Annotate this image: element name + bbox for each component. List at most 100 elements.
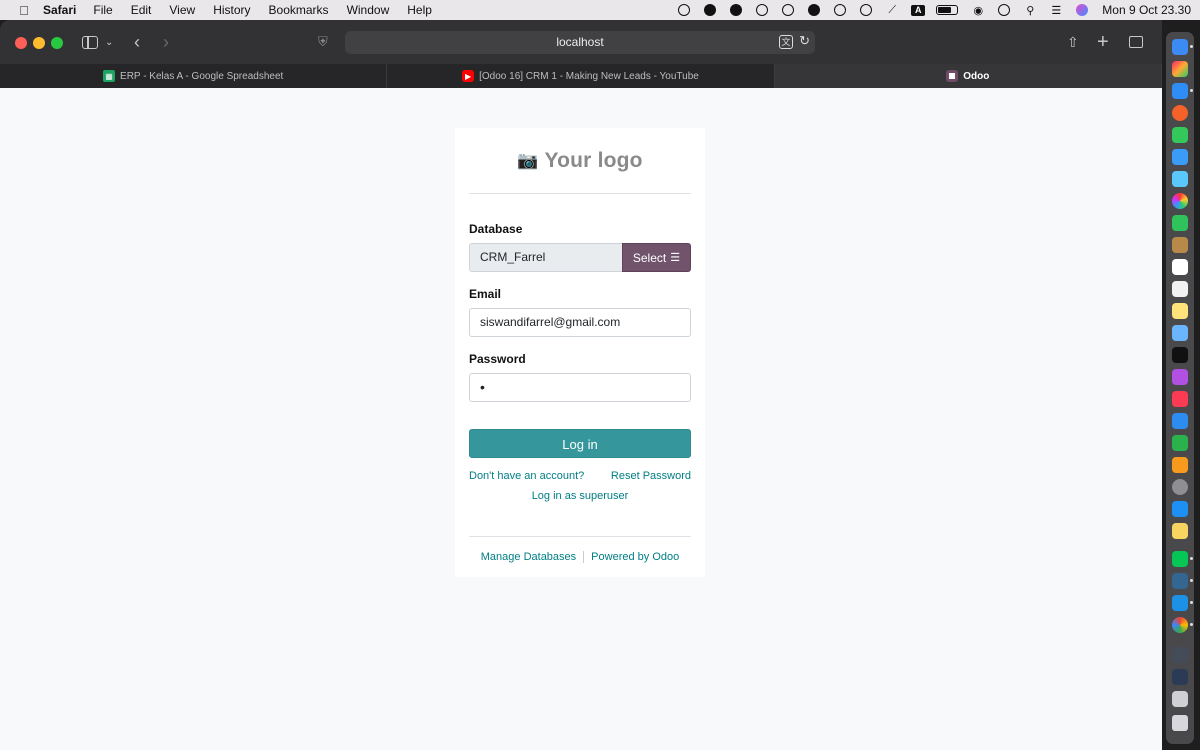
database-label: Database — [469, 222, 523, 236]
apple-tv-icon[interactable] — [1172, 347, 1188, 363]
back-arrow-icon[interactable]: ‹ — [134, 32, 140, 52]
docker-icon[interactable] — [1172, 595, 1188, 611]
menubar-clock[interactable]: Mon 9 Oct 23.30 — [1102, 3, 1191, 17]
battery-icon[interactable] — [936, 5, 959, 15]
line-icon[interactable] — [702, 3, 718, 17]
documents-stack-icon[interactable] — [1172, 691, 1188, 707]
privacy-shield-icon[interactable]: ⛨ — [318, 32, 328, 52]
screen-record-icon[interactable] — [780, 3, 796, 17]
firefox-icon[interactable] — [1172, 105, 1188, 121]
tab-odoo-title: Odoo — [963, 70, 990, 82]
menu-view[interactable]: View — [169, 3, 195, 17]
facetime-icon[interactable] — [1172, 215, 1188, 231]
menu-help[interactable]: Help — [407, 3, 432, 17]
pages-icon[interactable] — [1172, 457, 1188, 473]
email-input[interactable]: siswandifarrel@gmail.com — [469, 308, 691, 337]
postgres-icon[interactable] — [1172, 573, 1188, 589]
music-icon[interactable] — [1172, 391, 1188, 407]
grammarly-icon[interactable] — [728, 3, 744, 17]
podcasts-icon[interactable] — [1172, 369, 1188, 385]
menu-edit[interactable]: Edit — [131, 3, 152, 17]
superuser-link[interactable]: Log in as superuser — [532, 490, 629, 502]
menu-app-name[interactable]: Safari — [43, 3, 76, 17]
menu-bookmarks[interactable]: Bookmarks — [269, 3, 329, 17]
safari-icon[interactable] — [1172, 83, 1188, 99]
odoo-icon — [946, 70, 959, 82]
app-store-icon[interactable] — [1172, 501, 1188, 517]
siri-icon[interactable] — [1074, 3, 1090, 17]
menu-file[interactable]: File — [93, 3, 112, 17]
address-url[interactable]: localhost — [345, 31, 815, 54]
signup-link[interactable]: Don't have an account? — [469, 470, 584, 482]
mail-icon[interactable] — [1172, 149, 1188, 165]
close-window-button[interactable] — [15, 37, 27, 49]
running-indicator — [1190, 557, 1193, 560]
menu-history[interactable]: History — [213, 3, 250, 17]
freeform-icon[interactable] — [1172, 325, 1188, 341]
line-app-icon[interactable] — [1172, 551, 1188, 567]
system-settings-icon[interactable] — [1172, 479, 1188, 495]
zoom-window-button[interactable] — [51, 37, 63, 49]
youtube-icon: ▶ — [462, 70, 475, 82]
translate-icon[interactable]: 文 — [779, 35, 793, 49]
messages-icon[interactable] — [1172, 127, 1188, 143]
photos-icon[interactable] — [1172, 193, 1188, 209]
finder-icon[interactable] — [1172, 39, 1188, 55]
tab-odoo[interactable]: Odoo — [774, 64, 1162, 88]
tab-spreadsheet[interactable]: ▦ ERP - Kelas A - Google Spreadsheet — [0, 64, 388, 88]
footer-divider — [583, 551, 585, 563]
forward-arrow-icon[interactable]: › — [163, 32, 169, 52]
chrome-icon[interactable] — [1172, 617, 1188, 633]
menu-window[interactable]: Window — [347, 3, 390, 17]
chevron-down-icon[interactable]: ⌄ — [105, 32, 113, 52]
login-card: 📷 Your logo Database CRM_Farrel Select ☰… — [455, 128, 705, 577]
control-center-icon[interactable]: ☰ — [1048, 3, 1064, 17]
browser-window: ⌄ ‹ › ⛨ localhost 文 ↻ ⇧ + ▦ ERP - Kelas … — [0, 20, 1162, 750]
contacts-icon[interactable] — [1172, 237, 1188, 253]
manage-databases-link[interactable]: Manage Databases — [481, 551, 576, 563]
play-icon[interactable] — [832, 3, 848, 17]
reload-icon[interactable]: ↻ — [799, 33, 810, 49]
user-icon[interactable] — [996, 3, 1012, 17]
text-icon[interactable] — [858, 3, 874, 17]
reminders-icon[interactable] — [1172, 281, 1188, 297]
status-app-icon[interactable] — [676, 3, 692, 17]
running-indicator — [1190, 89, 1193, 92]
elephant-icon[interactable] — [806, 3, 822, 17]
database-input[interactable]: CRM_Farrel — [469, 243, 622, 272]
address-bar[interactable]: localhost 文 ↻ — [345, 31, 815, 54]
password-input[interactable]: • — [469, 373, 691, 402]
maps-icon[interactable] — [1172, 171, 1188, 187]
email-label: Email — [469, 287, 502, 301]
apple-menu-icon[interactable]:  — [15, 3, 33, 18]
focus-icon[interactable] — [754, 3, 770, 17]
login-button[interactable]: Log in — [469, 429, 691, 458]
input-source-icon[interactable]: A — [910, 3, 926, 17]
tab-youtube[interactable]: ▶ [Odoo 16] CRM 1 - Making New Leads - Y… — [387, 64, 775, 88]
select-database-button[interactable]: Select ☰ — [622, 243, 691, 272]
pen-icon[interactable]: ⟋ — [884, 3, 900, 17]
keynote-icon[interactable] — [1172, 413, 1188, 429]
tab-spreadsheet-title: ERP - Kelas A - Google Spreadsheet — [120, 70, 284, 82]
launchpad-icon[interactable] — [1172, 61, 1188, 77]
browser-toolbar: ⌄ ‹ › ⛨ localhost 文 ↻ ⇧ + — [0, 20, 1162, 64]
powered-by-odoo-link[interactable]: Powered by Odoo — [591, 551, 679, 563]
reset-password-link[interactable]: Reset Password — [611, 470, 691, 482]
numbers-icon[interactable] — [1172, 435, 1188, 451]
stickies-icon[interactable] — [1172, 523, 1188, 539]
sidebar-toggle-icon[interactable] — [82, 36, 98, 49]
wifi-icon[interactable]: ◉ — [970, 3, 986, 17]
minimize-window-button[interactable] — [33, 37, 45, 49]
database-icon: ☰ — [670, 252, 681, 264]
downloads-stack-icon[interactable] — [1172, 647, 1188, 663]
trash-icon[interactable] — [1172, 715, 1188, 731]
notes-icon[interactable] — [1172, 303, 1188, 319]
spotlight-icon[interactable]: ⚲ — [1022, 3, 1038, 17]
macos-menubar:  Safari File Edit View History Bookmark… — [0, 0, 1200, 20]
share-icon[interactable]: ⇧ — [1067, 32, 1079, 52]
calendar-icon[interactable] — [1172, 259, 1188, 275]
tab-overview-icon[interactable] — [1129, 36, 1143, 48]
screenshot-stack-icon[interactable] — [1172, 669, 1188, 685]
macos-dock — [1166, 32, 1194, 744]
new-tab-plus-icon[interactable]: + — [1097, 31, 1109, 53]
